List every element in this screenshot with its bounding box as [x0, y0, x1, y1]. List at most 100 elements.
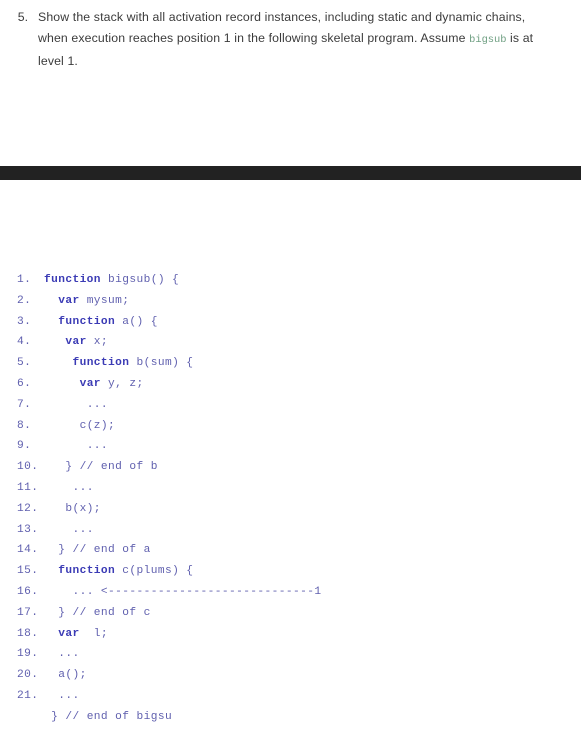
code-text: mysum;: [79, 294, 130, 307]
code-line-number: 19.: [17, 648, 39, 661]
code-line-number: 5.: [17, 357, 32, 370]
code-line-number: 15.: [17, 565, 39, 578]
code-line: 9. ...: [0, 436, 581, 457]
code-text: b(x);: [65, 502, 101, 515]
code-keyword: function: [58, 565, 116, 578]
code-keyword: function: [72, 357, 130, 370]
code-line: 12. b(x);: [0, 499, 581, 520]
question-line-2: when execution reaches position 1 in the…: [38, 28, 553, 51]
code-line-number: 14.: [17, 544, 39, 557]
code-line: 21. ...: [0, 686, 581, 707]
section-divider-band: [0, 166, 581, 180]
code-line: } // end of bigsu: [0, 707, 581, 728]
code-text: c(z);: [79, 419, 116, 432]
code-line: 18. var l;: [0, 624, 581, 645]
code-text: } // end of a: [58, 544, 151, 557]
code-text: ...: [72, 523, 94, 536]
code-line-number: 13.: [17, 523, 39, 536]
code-text: ...: [86, 440, 109, 453]
code-text: b(sum) {: [129, 357, 194, 370]
code-keyword: function: [44, 274, 101, 286]
question-row: 5. Show the stack with all activation re…: [0, 7, 581, 72]
code-line: 4. var x;: [0, 332, 581, 353]
question-line-3: level 1.: [38, 54, 78, 68]
code-line: 1. function bigsub() {: [0, 270, 581, 291]
code-text: } // end of c: [58, 606, 151, 619]
code-line-number: 2.: [17, 294, 32, 307]
code-text: a();: [58, 669, 87, 682]
code-line: 13. ...: [0, 520, 581, 541]
code-text: c(plums) {: [115, 565, 194, 578]
code-line-number: 17.: [17, 606, 39, 619]
code-line-number: 10.: [17, 461, 39, 474]
code-line-number: 18.: [17, 627, 39, 640]
code-line: 11. ...: [0, 478, 581, 499]
code-line-number: 3.: [17, 315, 32, 328]
code-line-number: 1.: [17, 274, 32, 286]
code-text: ...: [58, 689, 80, 702]
code-line: 7. ...: [0, 395, 581, 416]
code-line: 20. a();: [0, 665, 581, 686]
code-keyword: var: [79, 377, 101, 390]
code-text: y, z;: [100, 377, 144, 390]
code-line: 6. var y, z;: [0, 374, 581, 395]
code-line: 8. c(z);: [0, 416, 581, 437]
code-text: x;: [86, 336, 109, 349]
code-text: bigsub() {: [100, 274, 180, 286]
code-line: 3. function a() {: [0, 312, 581, 333]
code-line-number: 4.: [17, 336, 32, 349]
code-line: 10. } // end of b: [0, 457, 581, 478]
code-text: } // end of bigsu: [51, 710, 173, 723]
code-line-number: 12.: [17, 502, 39, 515]
question-block: 5. Show the stack with all activation re…: [0, 0, 581, 72]
code-text: ...: [58, 648, 80, 661]
code-keyword: var: [58, 627, 80, 640]
code-line-number: 8.: [17, 419, 32, 432]
code-line: 17. } // end of c: [0, 603, 581, 624]
question-line-1: Show the stack with all activation recor…: [38, 10, 526, 24]
code-line-number: 16.: [17, 585, 39, 598]
code-keyword: var: [58, 294, 80, 307]
code-text: ... <-----------------------------1: [72, 585, 322, 598]
code-line-number: 6.: [17, 377, 32, 390]
code-line-number: 9.: [17, 440, 32, 453]
code-line: 14. } // end of a: [0, 540, 581, 561]
code-line-number: 11.: [17, 481, 39, 494]
question-number: 5.: [17, 10, 28, 24]
code-line: 19. ...: [0, 644, 581, 665]
code-text: } // end of b: [65, 461, 158, 474]
code-line: 2. var mysum;: [0, 291, 581, 312]
code-line-number: 20.: [17, 669, 39, 682]
code-text: ...: [72, 481, 94, 494]
code-listing: 1. function bigsub() {2. var mysum; 3. fun…: [0, 270, 581, 728]
question-text: Show the stack with all activation recor…: [28, 7, 581, 72]
code-text: l;: [79, 627, 109, 640]
question-line-2-before: when execution reaches position 1 in the…: [38, 31, 470, 45]
code-line: 15. function c(plums) {: [0, 561, 581, 582]
code-text: ...: [86, 398, 109, 411]
code-keyword: function: [58, 315, 116, 328]
code-text: a() {: [115, 315, 158, 328]
code-line-number: 21.: [17, 689, 39, 702]
question-line-2-after: is at: [506, 31, 534, 45]
code-line-number: 7.: [17, 398, 32, 411]
